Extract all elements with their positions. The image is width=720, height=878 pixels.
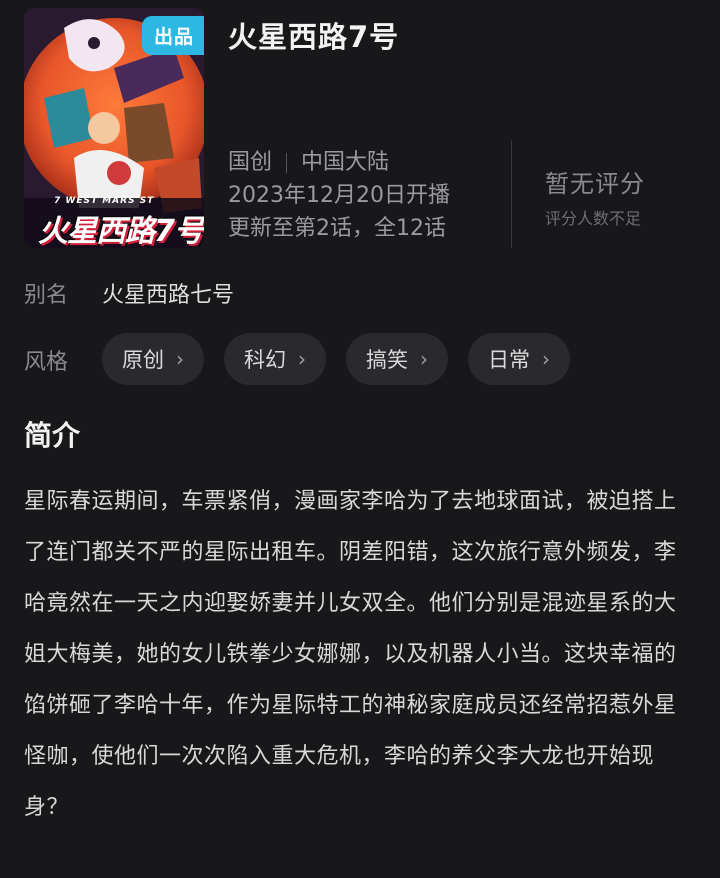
anime-detail-page: 7 WEST MARS ST 火星西路7号 出品 火星西路7号 国创 中国大陆 … <box>0 0 720 878</box>
poster-image[interactable]: 7 WEST MARS ST 火星西路7号 出品 <box>24 8 204 248</box>
genre-tag-label: 搞笑 <box>366 348 408 372</box>
episode-status: 更新至第2话，全12话 <box>228 216 446 241</box>
chevron-right-icon: › <box>298 347 306 371</box>
chevron-right-icon: › <box>420 347 428 371</box>
rating-note: 评分人数不足 <box>545 209 642 228</box>
rating-score: 暂无评分 <box>545 170 645 198</box>
show-title: 火星西路7号 <box>228 20 400 54</box>
alias-value: 火星西路七号 <box>102 283 235 308</box>
synopsis-text[interactable]: 星际春运期间，车票紧俏，漫画家李哈为了去地球面试，被迫搭上了连门都关不严的星际出… <box>24 476 694 833</box>
meta-divider <box>286 152 288 173</box>
genre-tag-label: 原创 <box>122 348 164 372</box>
genre-tag-daily[interactable]: 日常 › <box>468 333 570 385</box>
genre-tag-scifi[interactable]: 科幻 › <box>224 333 326 385</box>
air-date: 2023年12月20日开播 <box>228 183 450 208</box>
genre-tag-original[interactable]: 原创 › <box>102 333 204 385</box>
origin-type[interactable]: 国创 <box>228 146 272 179</box>
meta-origin-row: 国创 中国大陆 <box>228 146 450 179</box>
genre-label: 风格 <box>24 350 69 375</box>
genre-tag-list: 原创 › 科幻 › 搞笑 › 日常 › <box>102 333 590 385</box>
genre-tag-label: 科幻 <box>244 348 286 372</box>
show-meta: 国创 中国大陆 2023年12月20日开播 更新至第2话，全12话 <box>228 146 450 245</box>
region[interactable]: 中国大陆 <box>301 146 389 179</box>
alias-label: 别名 <box>24 283 69 308</box>
synopsis-heading: 简介 <box>24 419 81 452</box>
rating-divider <box>511 140 512 248</box>
poster-subtitle: 7 WEST MARS ST <box>54 196 155 206</box>
genre-tag-label: 日常 <box>488 348 530 372</box>
chevron-right-icon: › <box>176 347 184 371</box>
poster-logo-text: 火星西路7号 <box>38 214 204 248</box>
chevron-right-icon: › <box>542 347 550 371</box>
rating-block: 暂无评分 评分人数不足 <box>545 164 645 229</box>
produced-badge: 出品 <box>141 16 204 55</box>
genre-tag-comedy[interactable]: 搞笑 › <box>346 333 448 385</box>
